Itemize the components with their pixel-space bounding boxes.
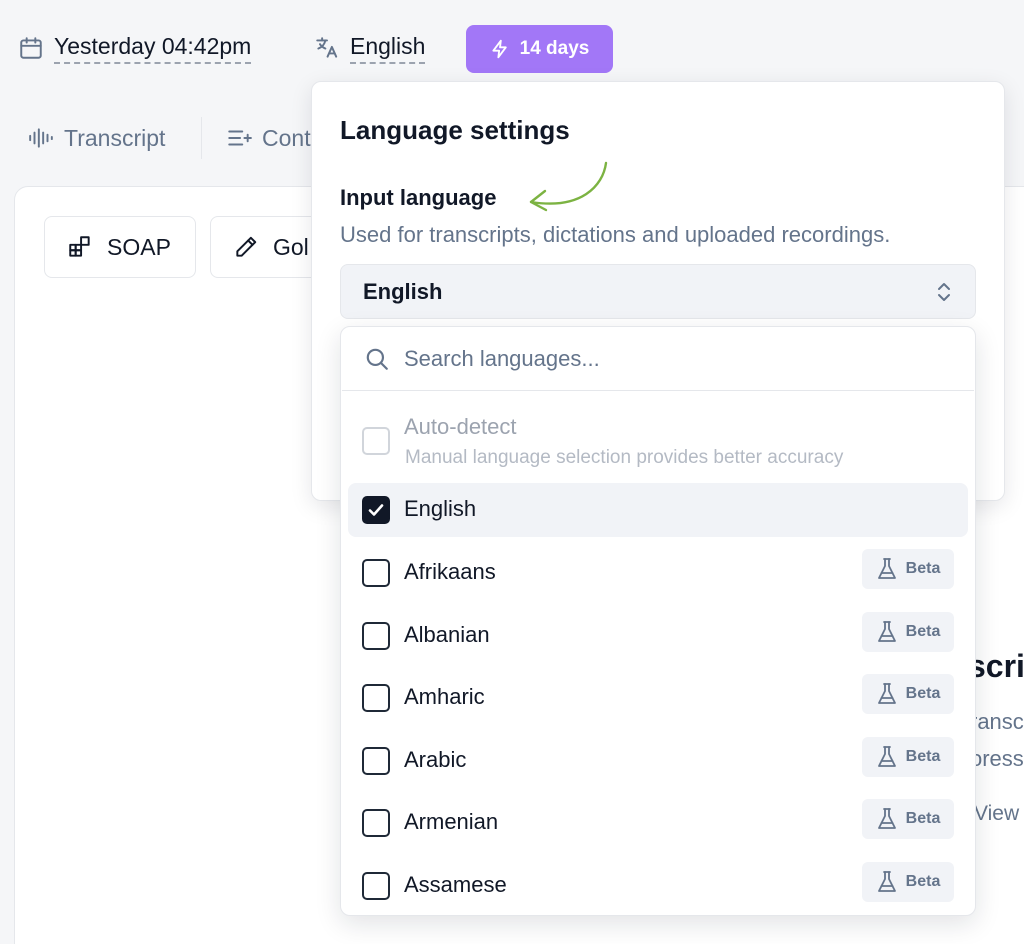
beta-badge: Beta: [862, 862, 954, 902]
gold-button-label: Gol: [273, 233, 309, 260]
english-checkbox[interactable]: [362, 496, 390, 524]
assamese-checkbox[interactable]: [362, 872, 390, 900]
language-option-label: Afrikaans: [404, 559, 496, 584]
beta-label: Beta: [905, 623, 941, 640]
language-settings-title: Language settings: [340, 115, 570, 145]
input-language-label: Input language: [340, 185, 497, 210]
soap-template-label: SOAP: [107, 233, 171, 260]
language-option-afrikaans[interactable]: Afrikaans Beta: [348, 546, 968, 600]
flask-icon: [877, 871, 896, 892]
waveform-icon: [29, 128, 53, 148]
language-search-input[interactable]: [404, 346, 924, 372]
language-option-label: Albanian: [404, 622, 490, 647]
input-language-description: Used for transcripts, dictations and upl…: [340, 222, 891, 247]
beta-label: Beta: [905, 873, 941, 890]
auto-detect-checkbox: [362, 427, 390, 455]
tab-context-label: Cont: [262, 124, 311, 151]
flask-icon: [877, 558, 896, 579]
language-search: [342, 328, 974, 391]
tab-transcript-label: Transcript: [64, 124, 166, 151]
chevron-up-down-icon: [938, 282, 950, 301]
albanian-checkbox[interactable]: [362, 622, 390, 650]
empty-state-text-line-1: ransc: [970, 709, 1024, 734]
beta-label: Beta: [905, 685, 941, 702]
tab-context[interactable]: Cont: [226, 118, 311, 158]
soap-template-button[interactable]: SOAP: [44, 216, 196, 278]
checkmark-icon: [368, 504, 384, 516]
beta-label: Beta: [905, 810, 941, 827]
beta-badge: Beta: [862, 737, 954, 777]
language-option-english[interactable]: English: [348, 483, 968, 537]
armenian-checkbox[interactable]: [362, 809, 390, 837]
language-option-albanian[interactable]: Albanian Beta: [348, 609, 968, 663]
translate-icon: [316, 37, 338, 58]
trial-days-label: 14 days: [519, 38, 590, 59]
beta-badge: Beta: [862, 549, 954, 589]
auto-detect-hint: Manual language selection provides bette…: [405, 447, 844, 468]
auto-detect-label: Auto-detect: [404, 414, 517, 439]
empty-state-text-line-2: oress: [970, 746, 1024, 771]
language-option-label: Amharic: [404, 684, 485, 709]
beta-badge: Beta: [862, 674, 954, 714]
language-select-value: English: [363, 278, 443, 304]
search-icon: [366, 348, 388, 370]
language-option-armenian[interactable]: Armenian Beta: [348, 796, 968, 850]
annotation-arrow-icon: [529, 161, 608, 212]
empty-state-title: scri: [968, 648, 1024, 684]
pencil-icon: [236, 236, 257, 257]
language-option-assamese[interactable]: Assamese Beta: [348, 859, 968, 913]
session-date-text: Yesterday 04:42pm: [54, 32, 252, 64]
session-language-text: English: [350, 32, 426, 64]
tab-transcript[interactable]: Transcript: [28, 118, 165, 158]
tab-divider: [201, 117, 202, 159]
beta-label: Beta: [905, 748, 941, 765]
session-language[interactable]: English: [314, 30, 426, 66]
beta-badge: Beta: [862, 612, 954, 652]
flask-icon: [877, 621, 896, 642]
afrikaans-checkbox[interactable]: [362, 559, 390, 587]
language-option-arabic[interactable]: Arabic Beta: [348, 734, 968, 788]
amharic-checkbox[interactable]: [362, 684, 390, 712]
beta-label: Beta: [905, 560, 941, 577]
blocks-icon: [69, 236, 90, 257]
language-option-label: Armenian: [404, 809, 499, 834]
flask-icon: [877, 808, 896, 829]
language-option-label: English: [404, 496, 477, 521]
arabic-checkbox[interactable]: [362, 747, 390, 775]
context-icon: [228, 130, 252, 146]
language-option-label: Assamese: [404, 872, 507, 897]
empty-state-link[interactable]: View: [974, 802, 1019, 826]
calendar-icon: [20, 37, 42, 59]
trial-days-badge[interactable]: 14 days: [466, 25, 613, 73]
flask-icon: [877, 683, 896, 704]
lightning-icon: [492, 39, 507, 59]
language-option-label: Arabic: [404, 747, 467, 772]
beta-badge: Beta: [862, 799, 954, 839]
flask-icon: [877, 746, 896, 767]
language-select[interactable]: English: [340, 264, 976, 319]
language-option-amharic[interactable]: Amharic Beta: [348, 671, 968, 725]
session-date[interactable]: Yesterday 04:42pm: [18, 30, 252, 66]
